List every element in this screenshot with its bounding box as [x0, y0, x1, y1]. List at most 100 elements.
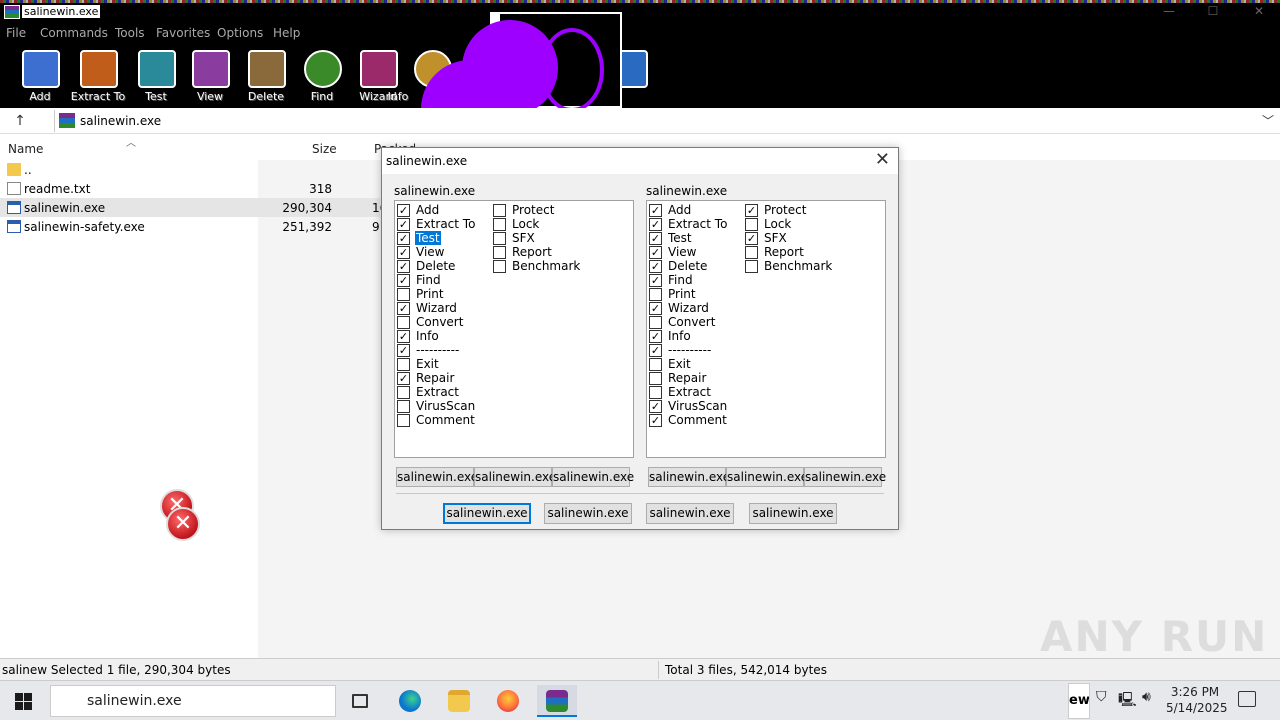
checkbox-checked-icon[interactable]: ✓	[397, 302, 410, 315]
network-icon[interactable]: 🖳	[1118, 689, 1137, 713]
checkbox-checked-icon[interactable]: ✓	[649, 302, 662, 315]
checkbox-unchecked-icon[interactable]	[649, 316, 662, 329]
task-view-button[interactable]	[340, 685, 380, 717]
menu-help[interactable]: Help	[273, 26, 300, 40]
cancel-button[interactable]: salinewin.exe	[544, 503, 632, 524]
checkbox-checked-icon[interactable]: ✓	[397, 232, 410, 245]
left-panel-button-1[interactable]: salinewin.exe	[396, 467, 478, 487]
right-panel-button-2[interactable]: salinewin.exe	[726, 467, 808, 487]
checkbox-unchecked-icon[interactable]	[745, 218, 758, 231]
checkbox-label: Info	[416, 329, 439, 343]
checkbox-unchecked-icon[interactable]	[493, 260, 506, 273]
checkbox-checked-icon[interactable]: ✓	[397, 372, 410, 385]
close-window-button[interactable]: ✕	[1252, 4, 1266, 18]
checkbox-unchecked-icon[interactable]	[649, 358, 662, 371]
file-row[interactable]: ..	[0, 160, 380, 179]
checkbox-unchecked-icon[interactable]	[649, 372, 662, 385]
checkbox-unchecked-icon[interactable]	[745, 260, 758, 273]
checkbox-unchecked-icon[interactable]	[745, 246, 758, 259]
tool-extract-to-button[interactable]: Extract To	[70, 48, 126, 106]
checkbox-unchecked-icon[interactable]	[493, 218, 506, 231]
close-icon[interactable]: ✕	[875, 150, 890, 170]
checkbox-label: Info	[668, 329, 691, 343]
watermark-logo: ANY RUN	[1040, 612, 1269, 661]
column-header-size[interactable]: Size	[312, 142, 337, 156]
glitch-noise-strip	[0, 0, 1280, 3]
menu-favorites[interactable]: Favorites	[156, 26, 210, 40]
checkbox-checked-icon[interactable]: ✓	[397, 274, 410, 287]
tool-add-button[interactable]: Add	[12, 48, 68, 106]
left-panel-button-3[interactable]: salinewin.exe	[552, 467, 634, 487]
checkbox-checked-icon[interactable]: ✓	[649, 232, 662, 245]
up-arrow-icon[interactable]: ↑	[10, 111, 30, 131]
checkbox-checked-icon[interactable]: ✓	[649, 260, 662, 273]
checkbox-label: Benchmark	[764, 259, 833, 273]
toolbar: Add Extract To Test View Delete Find Wiz…	[0, 44, 1280, 108]
column-header-name[interactable]: Name	[8, 142, 43, 156]
wizard-wand-icon	[360, 50, 398, 88]
checkbox-checked-icon[interactable]: ✓	[745, 232, 758, 245]
clock[interactable]: 3:26 PM 5/14/2025	[1166, 684, 1228, 716]
checkbox-checked-icon[interactable]: ✓	[649, 204, 662, 217]
checkbox-checked-icon[interactable]: ✓	[745, 204, 758, 217]
menu-commands[interactable]: Commands	[40, 26, 108, 40]
checkbox-checked-icon[interactable]: ✓	[649, 414, 662, 427]
minimize-button[interactable]: —	[1162, 4, 1176, 18]
menu-tools[interactable]: Tools	[115, 26, 145, 40]
taskbar-tray-app[interactable]: ewi	[1068, 683, 1090, 719]
ok-button[interactable]: salinewin.exe	[443, 503, 531, 524]
right-checkbox-panel: ✓ Add ✓ Extract To ✓ Test ✓ View ✓ Delete ✓ Find Pri…	[646, 200, 886, 458]
reset-button[interactable]: salinewin.exe	[646, 503, 734, 524]
checkbox-checked-icon[interactable]: ✓	[649, 400, 662, 413]
checkbox-checked-icon[interactable]: ✓	[649, 274, 662, 287]
clock-time: 3:26 PM	[1170, 685, 1220, 699]
left-panel-button-2[interactable]: salinewin.exe	[474, 467, 556, 487]
file-row-selected[interactable]: salinewin.exe 290,304 16	[0, 198, 387, 217]
right-panel-button-3[interactable]: salinewin.exe	[804, 467, 886, 487]
tool-delete-button[interactable]: Delete	[238, 48, 294, 106]
path-field[interactable]: salinewin.exe ﹀	[54, 110, 1280, 132]
winrar-taskbar-button[interactable]	[537, 685, 577, 717]
checkbox-unchecked-icon[interactable]	[493, 204, 506, 217]
tool-view-button[interactable]: View	[182, 48, 238, 106]
people-icon[interactable]: ⛉	[1096, 689, 1107, 705]
edge-button[interactable]	[390, 685, 430, 717]
checkbox-checked-icon[interactable]: ✓	[649, 218, 662, 231]
menu-options[interactable]: Options	[217, 26, 263, 40]
menu-file[interactable]: File	[6, 26, 26, 40]
checkbox-checked-icon[interactable]: ✓	[649, 330, 662, 343]
right-panel-button-1[interactable]: salinewin.exe	[648, 467, 730, 487]
checkbox-unchecked-icon[interactable]	[397, 414, 410, 427]
checkbox-unchecked-icon[interactable]	[397, 288, 410, 301]
checkbox-checked-icon[interactable]: ✓	[649, 246, 662, 259]
checkbox-checked-icon[interactable]: ✓	[397, 218, 410, 231]
checkbox-checked-icon[interactable]: ✓	[397, 204, 410, 217]
checkbox-unchecked-icon[interactable]	[493, 232, 506, 245]
file-row[interactable]: readme.txt 318	[0, 179, 380, 198]
checkbox-label: Test	[668, 231, 692, 245]
checkbox-unchecked-icon[interactable]	[397, 358, 410, 371]
checkbox-checked-icon[interactable]: ✓	[649, 344, 662, 357]
firefox-button[interactable]	[488, 685, 528, 717]
taskbar-search-box[interactable]: salinewin.exe	[50, 685, 336, 717]
file-row[interactable]: salinewin-safety.exe 251,392 9	[0, 217, 380, 236]
start-button[interactable]	[0, 681, 48, 721]
tool-find-button[interactable]: Find	[294, 48, 350, 106]
maximize-button[interactable]: ☐	[1206, 4, 1220, 18]
test-icon	[138, 50, 176, 88]
checkbox-checked-icon[interactable]: ✓	[397, 260, 410, 273]
checkbox-checked-icon[interactable]: ✓	[397, 330, 410, 343]
checkbox-checked-icon[interactable]: ✓	[397, 246, 410, 259]
checkbox-unchecked-icon[interactable]	[649, 386, 662, 399]
checkbox-unchecked-icon[interactable]	[397, 400, 410, 413]
checkbox-unchecked-icon[interactable]	[397, 386, 410, 399]
volume-icon[interactable]: 🔊︎	[1142, 689, 1151, 705]
checkbox-checked-icon[interactable]: ✓	[397, 344, 410, 357]
help-button[interactable]: salinewin.exe	[749, 503, 837, 524]
checkbox-unchecked-icon[interactable]	[493, 246, 506, 259]
checkbox-unchecked-icon[interactable]	[649, 288, 662, 301]
notification-icon[interactable]	[1238, 691, 1256, 707]
chevron-down-icon[interactable]: ﹀	[1262, 112, 1274, 129]
file-explorer-button[interactable]	[439, 685, 479, 717]
checkbox-unchecked-icon[interactable]	[397, 316, 410, 329]
